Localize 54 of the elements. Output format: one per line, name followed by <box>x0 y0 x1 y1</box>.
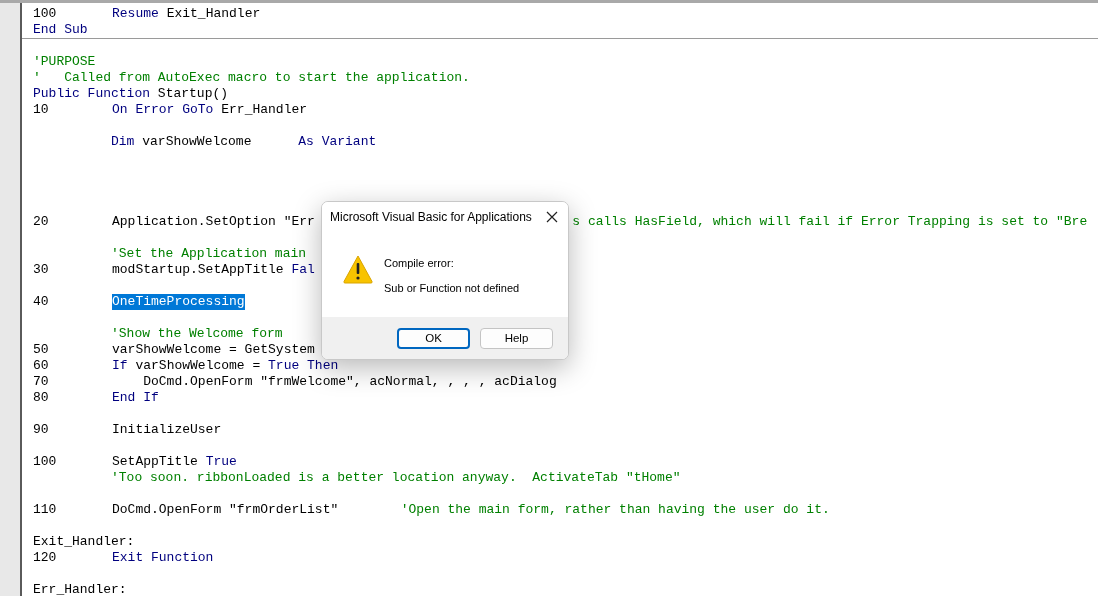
line-number: 100 <box>33 6 57 21</box>
line-number: 110 <box>33 502 57 517</box>
code-text: DoCmd.OpenForm "frmWelcome", acNormal, , , , acDialog <box>143 374 557 390</box>
code-text: varShowWelcome = GetSystem <box>112 342 315 358</box>
code-text: Exit_Handler: <box>33 534 135 550</box>
code-keyword: Resume <box>112 6 159 22</box>
warning-icon <box>343 254 373 284</box>
code-comment: 'PURPOSE <box>33 54 96 70</box>
code-text: DoCmd.OpenForm "frmOrderList" <box>112 502 339 518</box>
line-number: 10 <box>33 102 49 117</box>
code-comment: 'Open the main form, rather than having the user do it. <box>400 502 830 518</box>
code-keyword: End If <box>112 390 159 406</box>
code-text: InitializeUser <box>112 422 222 438</box>
dialog-button[interactable]: OK <box>397 327 470 349</box>
error-message: Sub or Function not defined <box>384 282 520 294</box>
selected-code-text: OneTimeProcessing <box>112 294 245 310</box>
code-keyword: True <box>205 454 237 470</box>
code-keyword: Exit Function <box>112 550 214 566</box>
dialog-title: Microsoft Visual Basic for Applications <box>330 210 532 224</box>
line-number: 70 <box>33 374 49 389</box>
code-comment: 'Show the Welcome form <box>111 326 283 342</box>
code-keyword: Fal <box>291 262 315 278</box>
code-keyword: If <box>112 358 128 374</box>
code-keyword: Public Function <box>33 86 151 102</box>
code-text: Application.SetOption "Err <box>112 214 315 230</box>
code-text: Err_Handler <box>221 102 308 118</box>
line-number: 30 <box>33 262 49 277</box>
code-text: Err_Handler: <box>33 582 127 596</box>
line-number: 50 <box>33 342 49 357</box>
line-number: 120 <box>33 550 57 565</box>
line-number: 80 <box>33 390 49 405</box>
code-comment: ' Called from AutoExec macro to start the application. <box>33 70 470 86</box>
code-text: varShowWelcome = <box>135 358 262 374</box>
code-text: modStartup.SetAppTitle <box>112 262 285 278</box>
code-keyword: End Sub <box>33 22 88 38</box>
line-number: 90 <box>33 422 49 437</box>
line-number: 100 <box>33 454 57 469</box>
code-comment: s calls HasField, which will fail if Error Trapping is set to "Bre <box>572 214 1088 230</box>
dialog-button[interactable]: Help <box>480 327 553 349</box>
code-keyword: As Variant <box>298 134 377 150</box>
code-comment: 'Too soon. ribbonLoaded is a better location anyway. ActivateTab "tHome" <box>111 470 681 486</box>
line-number: 60 <box>33 358 49 373</box>
error-heading: Compile error: <box>384 257 455 269</box>
code-keyword: On Error GoTo <box>112 102 214 118</box>
close-icon[interactable] <box>546 211 558 223</box>
code-text: Exit_Handler <box>166 6 261 22</box>
code-keyword: Dim <box>111 134 135 150</box>
code-text: varShowWelcome <box>142 134 253 150</box>
code-text: SetAppTitle <box>112 454 199 470</box>
line-number: 40 <box>33 294 49 309</box>
line-number: 20 <box>33 214 49 229</box>
code-keyword: True Then <box>268 358 339 374</box>
code-comment: 'Set the Application main <box>111 246 307 262</box>
code-text: Startup() <box>157 86 229 102</box>
